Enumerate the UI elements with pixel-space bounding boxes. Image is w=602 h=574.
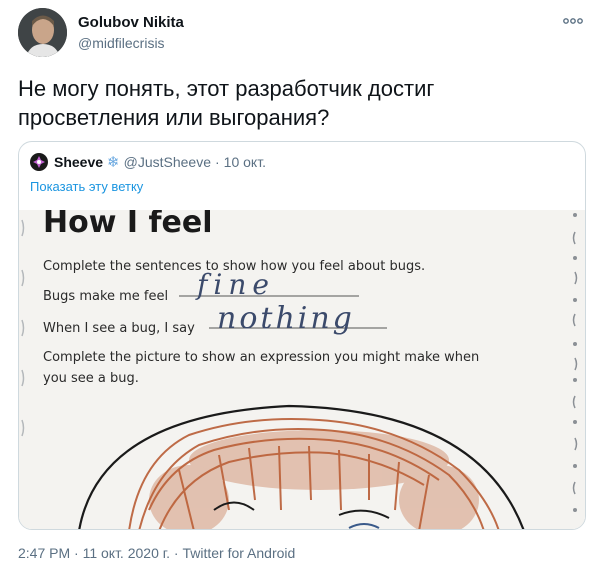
tweet-meta[interactable]: 2:47 PM · 11 окт. 2020 г. · Twitter for … (18, 545, 295, 561)
worksheet-line1-label: Bugs make me feel (43, 289, 168, 304)
author-avatar[interactable] (18, 8, 67, 57)
quoted-tweet-image[interactable]: How I feel Complete the sentences to sho… (19, 210, 585, 529)
worksheet-line2-label: When I see a bug, I say (43, 321, 195, 336)
worksheet-instruction-2b: you see a bug. (43, 371, 139, 386)
quoted-tweet[interactable]: Sheeve ❄ @JustSheeve · 10 окт. Показать … (18, 141, 586, 530)
tweet-header: Golubov Nikita @midfilecrisis (18, 6, 584, 58)
author-name[interactable]: Golubov Nikita (78, 14, 184, 31)
quoted-author-handle: @JustSheeve (123, 154, 211, 170)
quoted-author-avatar (30, 153, 48, 171)
author-handle[interactable]: @midfilecrisis (78, 35, 165, 51)
worksheet-line1-answer: fine (195, 268, 275, 301)
snowflake-icon: ❄ (107, 154, 120, 171)
tweet-text: Не могу понять, этот разработчик достиг … (18, 76, 435, 130)
worksheet-photo: How I feel Complete the sentences to sho… (19, 210, 585, 529)
avatar-photo (18, 8, 67, 57)
worksheet-title: How I feel (43, 210, 213, 240)
show-thread-link[interactable]: Показать эту ветку (30, 179, 143, 194)
quoted-author-name: Sheeve (54, 154, 104, 170)
worksheet-line2-answer: nothing (217, 301, 355, 336)
quoted-tweet-header: Sheeve ❄ @JustSheeve · 10 окт. (30, 152, 266, 172)
quoted-tweet-date: 10 окт. (223, 154, 266, 170)
dot-separator: · (215, 154, 220, 170)
more-horizontal-icon[interactable] (562, 14, 584, 26)
worksheet-instruction-2a: Complete the picture to show an expressi… (43, 350, 479, 365)
